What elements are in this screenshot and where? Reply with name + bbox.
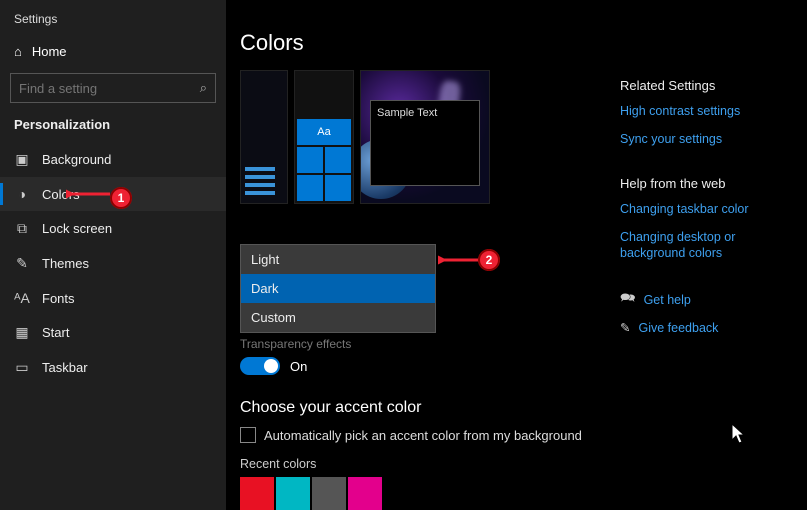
sidebar-item-themes[interactable]: ✎ Themes (0, 246, 226, 281)
sidebar-item-lockscreen[interactable]: ⧉ Lock screen (0, 211, 226, 246)
search-input[interactable] (19, 81, 200, 96)
preview-tile-aa: Aa (297, 119, 351, 145)
sample-text-label: Sample Text (377, 107, 437, 119)
preview-start-pane: Aa (294, 70, 354, 204)
toggle-state-label: On (290, 359, 307, 374)
sidebar-item-label: Lock screen (42, 221, 112, 236)
recent-colors-row (240, 477, 807, 510)
feedback-row[interactable]: ✎ Give feedback (620, 320, 786, 335)
app-title: Settings (0, 8, 226, 36)
dropdown-option-dark[interactable]: Dark (241, 274, 435, 303)
transparency-toggle-row: On (240, 357, 807, 375)
sidebar-item-label: Background (42, 152, 111, 167)
color-swatch[interactable] (240, 477, 274, 510)
taskbar-icon: ▭ (14, 359, 30, 376)
get-help-label: Get help (644, 293, 691, 307)
fonts-icon: ᴬA (14, 290, 30, 306)
section-label: Personalization (0, 115, 226, 142)
sidebar-item-fonts[interactable]: ᴬA Fonts (0, 281, 226, 315)
themes-icon: ✎ (14, 255, 30, 272)
feedback-icon: ✎ (620, 320, 630, 335)
auto-accent-label: Automatically pick an accent color from … (264, 428, 582, 443)
help-icon: 🗪 (620, 289, 636, 310)
home-label: Home (32, 44, 67, 59)
preview-taskbar-pane (240, 70, 288, 204)
sidebar-item-background[interactable]: ▣ Background (0, 142, 226, 177)
link-high-contrast[interactable]: High contrast settings (620, 103, 786, 119)
search-icon: ⌕ (200, 80, 207, 96)
sidebar-item-colors[interactable]: ◑ Colors (0, 177, 226, 211)
home-nav[interactable]: ⌂ Home (0, 36, 226, 67)
search-box[interactable]: ⌕ (10, 73, 216, 103)
sidebar: Settings ⌂ Home ⌕ Personalization ▣ Back… (0, 0, 226, 510)
page-title: Colors (240, 30, 807, 56)
palette-icon: ◑ (14, 186, 30, 202)
sidebar-item-label: Fonts (42, 291, 75, 306)
auto-accent-checkbox[interactable] (240, 427, 256, 443)
link-sync-settings[interactable]: Sync your settings (620, 131, 786, 147)
sidebar-item-start[interactable]: ▦ Start (0, 315, 226, 350)
preview-sample-window: Sample Text (370, 100, 480, 186)
sidebar-item-label: Taskbar (42, 360, 88, 375)
dropdown-option-light[interactable]: Light (241, 245, 435, 274)
transparency-toggle[interactable] (240, 357, 280, 375)
color-swatch[interactable] (276, 477, 310, 510)
right-column: Related Settings High contrast settings … (620, 78, 786, 345)
feedback-label: Give feedback (638, 321, 718, 335)
get-help-row[interactable]: 🗪 Get help (620, 289, 786, 310)
help-heading: Help from the web (620, 176, 786, 191)
home-icon: ⌂ (14, 44, 22, 59)
sidebar-item-label: Themes (42, 256, 89, 271)
accent-heading: Choose your accent color (240, 399, 807, 417)
sidebar-item-taskbar[interactable]: ▭ Taskbar (0, 350, 226, 385)
sidebar-item-label: Colors (42, 187, 80, 202)
image-icon: ▣ (14, 151, 30, 168)
sidebar-item-label: Start (42, 325, 69, 340)
link-changing-taskbar-color[interactable]: Changing taskbar color (620, 201, 786, 217)
link-changing-desktop-colors[interactable]: Changing desktop or background colors (620, 229, 786, 262)
auto-accent-row[interactable]: Automatically pick an accent color from … (240, 427, 807, 443)
recent-colors-label: Recent colors (240, 457, 807, 471)
color-swatch[interactable] (348, 477, 382, 510)
settings-window: — ☐ ✕ Settings ⌂ Home ⌕ Personalization … (0, 0, 807, 510)
dropdown-option-custom[interactable]: Custom (241, 303, 435, 332)
start-icon: ▦ (14, 324, 30, 341)
lock-screen-icon: ⧉ (14, 220, 30, 237)
related-heading: Related Settings (620, 78, 786, 93)
color-swatch[interactable] (312, 477, 346, 510)
color-mode-dropdown[interactable]: Light Dark Custom (240, 244, 436, 333)
